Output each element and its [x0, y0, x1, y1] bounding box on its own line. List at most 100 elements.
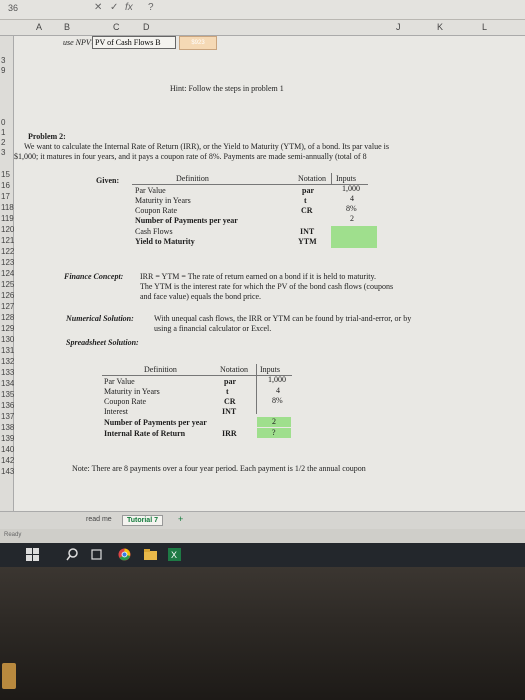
row-header[interactable]: 125	[1, 280, 14, 289]
given-def-3: Number of Payments per year	[135, 216, 238, 225]
sheet-notation-3: INT	[222, 407, 237, 416]
row-header[interactable]: 138	[1, 423, 14, 432]
row-header[interactable]: 120	[1, 225, 14, 234]
excel-icon[interactable]: X	[168, 548, 181, 561]
given-input-3[interactable]: 2	[350, 214, 354, 223]
concept-line-1: IRR = YTM = The rate of return earned on…	[140, 272, 377, 281]
status-bar: Ready	[0, 529, 525, 543]
name-box[interactable]: 36	[0, 3, 26, 13]
sheet-def-4: Number of Payments per year	[104, 418, 207, 427]
cell-d-selected[interactable]: $923	[179, 36, 217, 50]
sheet-hdr-inputs: Inputs	[260, 365, 280, 374]
given-def-0: Par Value	[135, 186, 166, 195]
row-header[interactable]: 130	[1, 335, 14, 344]
given-input-1[interactable]: 4	[350, 194, 354, 203]
concept-label: Finance Concept:	[64, 272, 124, 281]
row-header[interactable]: 142	[1, 456, 14, 465]
given-hdr-inputs: Inputs	[336, 174, 356, 183]
note-text: Note: There are 8 payments over a four y…	[72, 464, 366, 473]
tab-read-me[interactable]: read me	[82, 515, 116, 524]
row-header[interactable]: 0	[1, 118, 5, 127]
file-explorer-icon[interactable]	[144, 548, 157, 561]
row-header[interactable]: 136	[1, 401, 14, 410]
row-header[interactable]: 3	[1, 56, 5, 65]
windows-start-icon[interactable]	[26, 548, 39, 561]
row-header[interactable]: 119	[1, 214, 14, 223]
tab-tutorial-7[interactable]: Tutorial 7	[122, 515, 163, 526]
row-header[interactable]: 118	[1, 203, 14, 212]
sheet-notation-1: t	[226, 387, 229, 396]
row-header[interactable]: 15	[1, 170, 10, 179]
row-header[interactable]: 122	[1, 247, 14, 256]
function-icon[interactable]: fx	[125, 2, 133, 13]
check-icon[interactable]: ✓	[110, 2, 118, 13]
column-header-a[interactable]: A	[36, 22, 42, 32]
given-def-2: Coupon Rate	[135, 206, 177, 215]
row-header[interactable]: 139	[1, 434, 14, 443]
row-header[interactable]: 124	[1, 269, 14, 278]
column-header-d[interactable]: D	[143, 22, 150, 32]
row-header[interactable]: 127	[1, 302, 14, 311]
formula-toolbar: 36 ✕ ✓ fx ?	[0, 0, 525, 20]
column-header-j[interactable]: J	[396, 22, 401, 32]
cell-d-text: $923	[191, 40, 205, 46]
given-hdr-definition: Definition	[176, 174, 209, 183]
row-header[interactable]: 17	[1, 192, 10, 201]
column-header-l[interactable]: L	[482, 22, 487, 32]
column-header-b[interactable]: B	[64, 22, 70, 32]
row-header[interactable]: 3	[1, 148, 5, 157]
sheet-input-4[interactable]: 2	[272, 417, 276, 426]
sheet-notation-2: CR	[224, 397, 236, 406]
worksheet-grid[interactable]: use NPV> PV of Cash Flows B $923 Hint: F…	[14, 36, 525, 511]
sheet-input-5[interactable]: ?	[272, 428, 276, 437]
chrome-icon[interactable]	[118, 548, 131, 561]
row-header[interactable]: 129	[1, 324, 14, 333]
given-notation-0: par	[302, 186, 314, 195]
given-input-5-cell[interactable]	[331, 237, 377, 248]
row-header[interactable]: 126	[1, 291, 14, 300]
given-notation-1: t	[304, 196, 307, 205]
close-icon[interactable]: ✕	[94, 2, 102, 13]
task-view-icon[interactable]	[90, 548, 103, 561]
given-label: Given:	[96, 176, 120, 185]
given-hdr-notation: Notation	[298, 174, 326, 183]
row-header[interactable]: 2	[1, 138, 5, 147]
row-header[interactable]: 123	[1, 258, 14, 267]
given-notation-4: INT	[300, 227, 315, 236]
sheet-def-0: Par Value	[104, 377, 135, 386]
row-header[interactable]: 135	[1, 390, 14, 399]
problem-line-1: We want to calculate the Internal Rate o…	[24, 142, 389, 151]
row-header[interactable]: 1	[1, 128, 5, 137]
row-header[interactable]: 140	[1, 445, 14, 454]
search-icon[interactable]	[66, 548, 79, 561]
sheet-input-1[interactable]: 4	[276, 386, 280, 395]
taskbar: X	[0, 543, 525, 567]
sheet-input-2[interactable]: 8%	[272, 396, 283, 405]
column-header-k[interactable]: K	[437, 22, 443, 32]
sheet-hdr-definition: Definition	[144, 365, 177, 374]
concept-line-3: and face value) equals the bond price.	[140, 292, 262, 301]
screen: 36 ✕ ✓ fx ? A B C D J K L 3 9 0 1 2 3 15…	[0, 0, 525, 700]
add-sheet-icon[interactable]: +	[174, 513, 187, 525]
given-input-4-cell[interactable]	[331, 226, 377, 237]
cell-c-pv[interactable]: PV of Cash Flows B	[92, 36, 176, 49]
row-header[interactable]: 16	[1, 181, 10, 190]
given-input-0[interactable]: 1,000	[342, 184, 360, 193]
column-header-c[interactable]: C	[113, 22, 120, 32]
row-header[interactable]: 134	[1, 379, 14, 388]
sheet-input-0[interactable]: 1,000	[268, 375, 286, 384]
given-input-2[interactable]: 8%	[346, 204, 357, 213]
numerical-line-2: using a financial calculator or Excel.	[154, 324, 272, 333]
row-header[interactable]: 131	[1, 346, 14, 355]
row-header[interactable]: 121	[1, 236, 14, 245]
row-header[interactable]: 128	[1, 313, 14, 322]
row-header[interactable]: 132	[1, 357, 14, 366]
row-header[interactable]: 133	[1, 368, 14, 377]
problem-title: Problem 2:	[28, 132, 66, 141]
laptop-sticker	[2, 663, 16, 689]
row-header[interactable]: 137	[1, 412, 14, 421]
given-def-5: Yield to Maturity	[135, 237, 195, 246]
row-header[interactable]: 9	[1, 66, 5, 75]
row-header[interactable]: 143	[1, 467, 14, 476]
help-icon[interactable]: ?	[148, 2, 154, 13]
